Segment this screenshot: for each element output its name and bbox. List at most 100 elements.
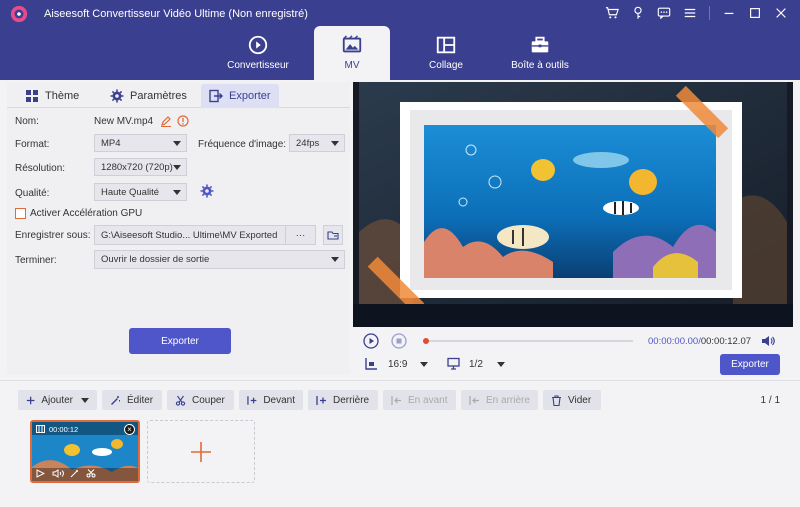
name-label: Nom: (15, 116, 39, 127)
cut-label: Couper (192, 394, 225, 406)
chat-icon[interactable] (653, 4, 675, 22)
subtab-label: Exporter (229, 90, 271, 102)
tab-mv[interactable]: MV (314, 26, 390, 80)
framerate-label: Fréquence d'image: (198, 139, 287, 150)
stop-icon[interactable] (391, 333, 407, 349)
backward-button[interactable]: En arrière (461, 390, 538, 410)
player-export-button[interactable]: Exporter (720, 354, 780, 375)
progress-knob[interactable] (423, 338, 429, 344)
edit-button[interactable]: Éditer (102, 390, 162, 410)
finish-select[interactable]: Ouvrir le dossier de sortie (94, 250, 345, 269)
resolution-value: 1280x720 (720p) (101, 162, 173, 173)
chevron-down-icon (331, 257, 339, 262)
finish-value: Ouvrir le dossier de sortie (101, 254, 210, 265)
clip-play-icon[interactable] (36, 469, 45, 478)
resolution-select[interactable]: 1280x720 (720p) (94, 158, 187, 176)
time-current: 00:00:00.00 (648, 336, 699, 347)
app-title: Aiseesoft Convertisseur Vidéo Ultime (No… (44, 8, 308, 20)
to-front-icon (247, 395, 257, 405)
backward-icon (469, 395, 479, 405)
play-icon[interactable] (363, 333, 379, 349)
magic-wand-icon (111, 395, 120, 405)
tab-boite-a-outils[interactable]: Boîte à outils (502, 26, 578, 80)
cut-button[interactable]: Couper (167, 390, 234, 410)
browse-button[interactable]: ··· (285, 226, 315, 244)
chevron-down-icon (173, 165, 181, 170)
plus-icon (191, 441, 211, 462)
timeline-toolbar: Ajouter Éditer Couper Devant Derrière En… (0, 388, 800, 412)
maximize-icon[interactable] (744, 4, 766, 22)
name-value[interactable]: New MV.mp4 (94, 116, 153, 127)
clear-button[interactable]: Vider (543, 390, 601, 410)
export-button[interactable]: Exporter (129, 328, 231, 354)
info-icon[interactable] (177, 115, 189, 127)
clip-thumbnail[interactable]: 00:00:12 × (30, 420, 140, 483)
backward-label: En arrière (486, 394, 530, 406)
folder-icon (327, 231, 339, 240)
quality-value: Haute Qualité (101, 187, 160, 198)
aspect-dropdown-icon[interactable] (420, 362, 428, 367)
quality-settings-gear-icon[interactable] (200, 184, 214, 198)
pencil-icon[interactable] (160, 115, 172, 127)
main-nav: Convertisseur MV Collage Boîte à outils (220, 26, 596, 80)
volume-icon[interactable] (761, 334, 775, 348)
add-clip-placeholder[interactable] (147, 420, 255, 483)
subtab-exporter[interactable]: Exporter (201, 84, 279, 108)
page-value[interactable]: 1/2 (469, 359, 483, 370)
settings-subtabs: Thème Paramètres Exporter (7, 82, 350, 108)
clear-label: Vider (568, 394, 592, 406)
toolbox-icon (531, 36, 549, 53)
front-button[interactable]: Devant (239, 390, 303, 410)
chevron-down-icon (81, 397, 89, 403)
quality-label: Qualité: (15, 188, 50, 199)
open-folder-button[interactable] (323, 225, 343, 245)
close-icon[interactable] (770, 4, 792, 22)
chevron-down-icon (173, 190, 181, 195)
forward-button[interactable]: En avant (383, 390, 456, 410)
framerate-select[interactable]: 24fps (289, 134, 345, 152)
format-label: Format: (15, 139, 50, 150)
tab-collage[interactable]: Collage (408, 26, 484, 80)
format-select[interactable]: MP4 (94, 134, 187, 152)
film-icon (36, 425, 45, 433)
grid-icon (26, 90, 38, 102)
minimize-icon[interactable] (718, 4, 740, 22)
scissors-icon (175, 395, 186, 406)
tab-label: Convertisseur (227, 60, 289, 71)
plus-icon (26, 396, 35, 404)
subtab-theme[interactable]: Thème (17, 84, 87, 108)
chevron-down-icon (331, 141, 339, 146)
menu-icon[interactable] (679, 4, 701, 22)
gpu-checkbox[interactable] (15, 208, 26, 219)
aspect-value[interactable]: 16:9 (388, 359, 407, 370)
back-label: Derrière (333, 394, 370, 406)
clip-cut-icon[interactable] (86, 469, 96, 478)
page-current: 1 (760, 395, 767, 406)
back-button[interactable]: Derrière (308, 390, 378, 410)
quality-select[interactable]: Haute Qualité (94, 183, 187, 201)
finish-label: Terminer: (15, 255, 57, 266)
page-separator: / (768, 395, 772, 406)
add-button[interactable]: Ajouter (18, 390, 97, 410)
app-logo-icon (10, 5, 28, 23)
window-controls (601, 4, 792, 22)
key-icon[interactable] (627, 4, 649, 22)
monitor-icon (447, 357, 460, 370)
clip-preview-image (32, 422, 138, 481)
save-label: Enregistrer sous: (15, 230, 91, 241)
clip-remove-icon[interactable]: × (124, 424, 135, 435)
subtab-parametres[interactable]: Paramètres (102, 84, 195, 108)
clip-audio-icon[interactable] (52, 469, 64, 478)
cart-icon[interactable] (601, 4, 623, 22)
tab-convertisseur[interactable]: Convertisseur (220, 26, 296, 80)
forward-icon (391, 395, 401, 405)
time-display: 00:00:00.00/00:00:12.07 (648, 336, 751, 347)
aspect-ratio-icon (365, 358, 377, 370)
page-dropdown-icon[interactable] (497, 362, 505, 367)
tab-label: MV (344, 60, 360, 71)
progress-track[interactable] (423, 338, 633, 344)
clip-effect-icon[interactable] (70, 469, 80, 478)
preview-frame-image (353, 82, 793, 327)
save-path-field[interactable]: G:\Aiseesoft Studio... Ultime\MV Exporte… (94, 225, 316, 245)
page-indicator: 1 / 1 (761, 395, 780, 406)
